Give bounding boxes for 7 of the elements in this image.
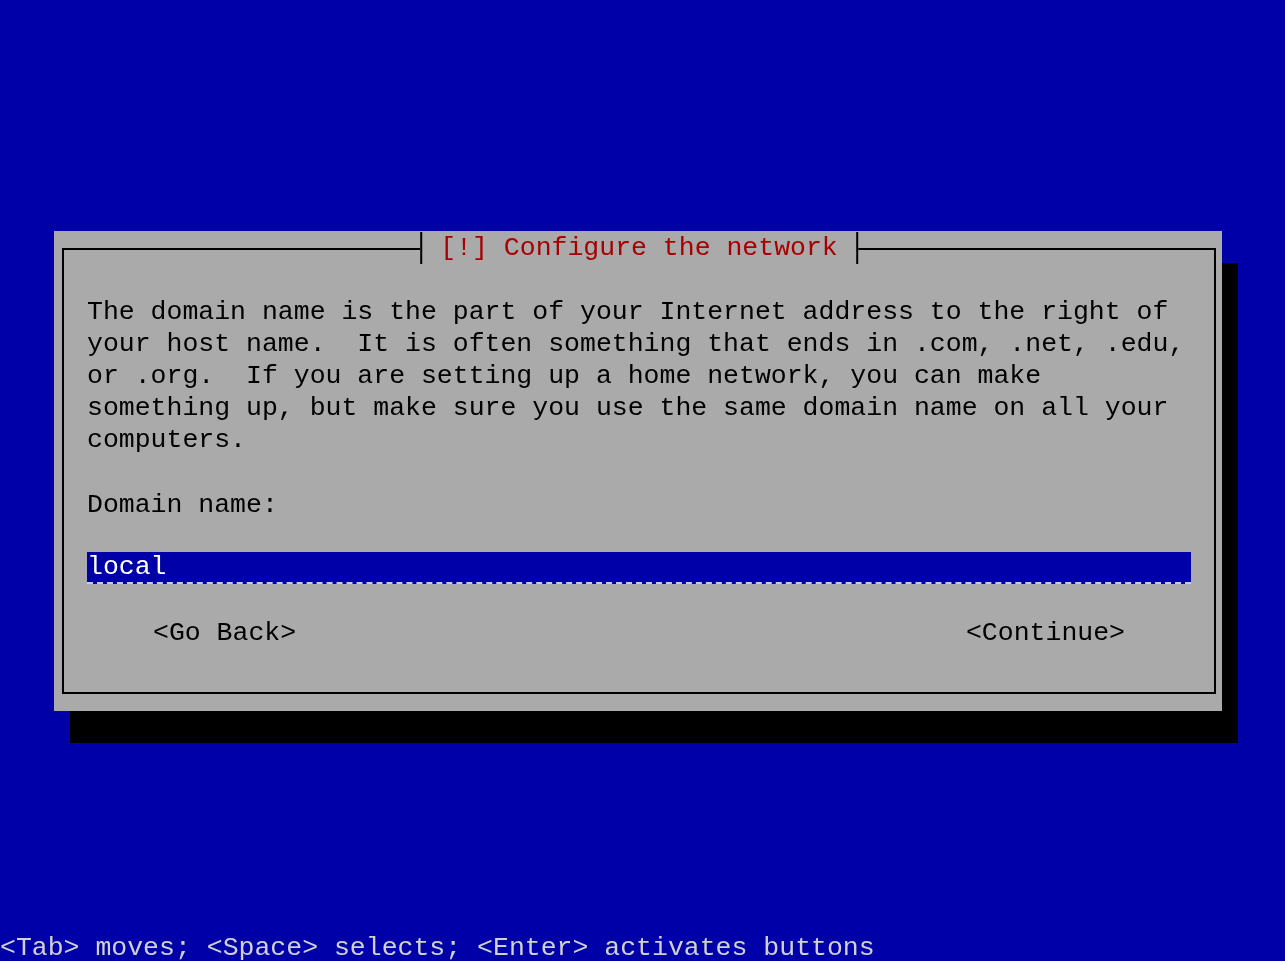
- dialog-button[interactable]: <Go Back>: [153, 617, 297, 649]
- message-text: The domain name is the part of your Internet address to the right of your host name. It is often something that ends in .com, .net, .edu, or .org. If you are setting up a home network, you can make something up, but make sure you use the same domain name on all your computers.: [87, 296, 1186, 456]
- dialog-title: [!] Configure the network: [420, 232, 858, 264]
- key-help-text: <Tab> moves; <Space> selects; <Enter> activates buttons: [0, 935, 876, 961]
- domain-name-field[interactable]: local: [87, 552, 1191, 584]
- field-label: Domain name:: [87, 489, 279, 521]
- dialog-button[interactable]: <Continue>: [965, 617, 1125, 649]
